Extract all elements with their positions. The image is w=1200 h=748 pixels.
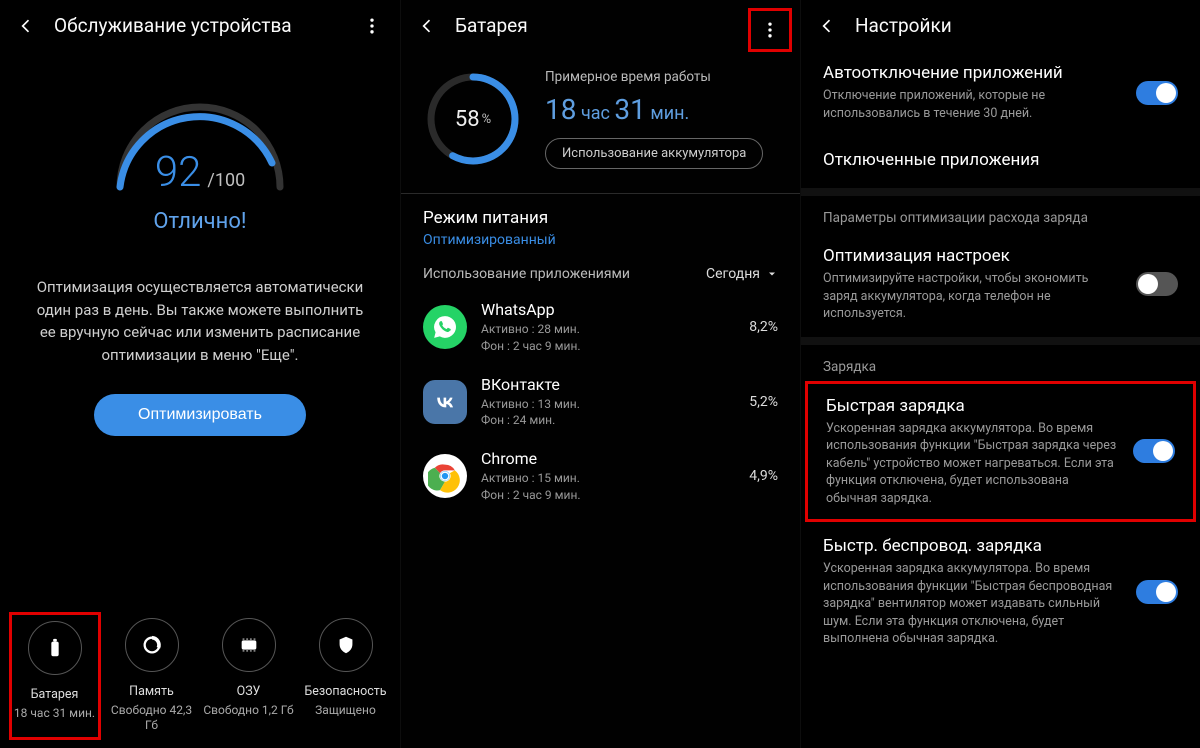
score-gauge: 92/100 Отлично!: [0, 77, 400, 234]
storage-label: Память: [129, 684, 174, 699]
storage-category[interactable]: Память Свободно 42,3 Гб: [106, 612, 198, 740]
storage-sub: Свободно 42,3 Гб: [106, 703, 198, 734]
estimate-label: Примерное время работы: [545, 69, 778, 85]
app-name: WhatsApp: [481, 300, 735, 319]
item-sub: Ускоренная зарядка аккумулятора. Во врем…: [826, 420, 1119, 508]
app-usage-header: Использование приложениями Сегодня: [401, 252, 800, 290]
app-row-vk[interactable]: ВКонтакте Активно : 13 мин. Фон : 24 мин…: [401, 365, 800, 440]
app-bg: Фон : 24 мин.: [481, 412, 735, 429]
today-dropdown[interactable]: Сегодня: [706, 266, 778, 282]
app-row-chrome[interactable]: Chrome Активно : 15 мин. Фон : 2 час 9 м…: [401, 439, 800, 514]
battery-ring: 58%: [423, 69, 523, 169]
app-bg: Фон : 2 час 9 мин.: [481, 338, 735, 355]
battery-label: Батарея: [31, 687, 79, 702]
settings-screen: Настройки Автоотключение приложений Откл…: [800, 0, 1200, 748]
app-row-whatsapp[interactable]: WhatsApp Активно : 28 мин. Фон : 2 час 9…: [401, 290, 800, 365]
disabled-apps-item[interactable]: Отключенные приложения: [801, 136, 1200, 188]
header-title: Настройки: [855, 14, 1184, 37]
toggle-switch[interactable]: [1136, 272, 1178, 296]
storage-icon: [125, 618, 179, 672]
security-category[interactable]: Безопасность Защищено: [300, 612, 392, 740]
header: Батарея: [401, 0, 800, 49]
app-percent: 8,2%: [749, 319, 778, 335]
power-mode-title: Режим питания: [423, 208, 778, 228]
item-sub: Отключение приложений, которые не исполь…: [823, 87, 1122, 122]
battery-screen: Батарея 58% Примерное время работы 18 ча…: [400, 0, 800, 748]
security-label: Безопасность: [304, 684, 386, 699]
estimate-time: 18 час 31 мин.: [545, 93, 778, 126]
more-icon[interactable]: [360, 16, 384, 36]
header-title: Батарея: [455, 14, 784, 37]
item-title: Быстр. беспровод. зарядка: [823, 536, 1122, 556]
battery-summary: 58% Примерное время работы 18 час 31 мин…: [401, 49, 800, 193]
header-title: Обслуживание устройства: [54, 14, 342, 37]
app-active: Активно : 15 мин.: [481, 470, 735, 487]
item-title: Оптимизация настроек: [823, 246, 1122, 266]
app-active: Активно : 13 мин.: [481, 396, 735, 413]
category-row: Батарея 18 час 31 мин. Память Свободно 4…: [0, 612, 400, 740]
auto-disable-apps-item[interactable]: Автоотключение приложений Отключение при…: [801, 49, 1200, 136]
app-percent: 4,9%: [749, 468, 778, 484]
optimization-description: Оптимизация осуществляется автоматически…: [28, 276, 372, 366]
percent-unit: %: [482, 112, 492, 127]
score-value: 92: [155, 148, 202, 197]
app-bg: Фон : 2 час 9 мин.: [481, 487, 735, 504]
ram-category[interactable]: ОЗУ Свободно 1,2 Гб: [203, 612, 295, 740]
header: Обслуживание устройства: [0, 0, 400, 49]
fast-charging-highlight: Быстрая зарядка Ускоренная зарядка аккум…: [805, 381, 1196, 523]
shield-icon: [319, 618, 373, 672]
toggle-switch[interactable]: [1133, 439, 1175, 463]
battery-category[interactable]: Батарея 18 час 31 мин.: [9, 612, 101, 740]
item-title: Автоотключение приложений: [823, 63, 1122, 83]
battery-usage-button[interactable]: Использование аккумулятора: [545, 138, 763, 169]
chrome-icon: [423, 454, 467, 498]
whatsapp-icon: [423, 305, 467, 349]
back-icon[interactable]: [417, 16, 437, 36]
ram-icon: [222, 618, 276, 672]
toggle-switch[interactable]: [1136, 81, 1178, 105]
score-status: Отлично!: [153, 209, 246, 234]
optimization-section-header: Параметры оптимизации расхода заряда: [801, 196, 1200, 232]
security-sub: Защищено: [315, 703, 376, 719]
optimize-settings-item[interactable]: Оптимизация настроек Оптимизируйте настр…: [801, 232, 1200, 337]
back-icon[interactable]: [817, 16, 837, 36]
app-active: Активно : 28 мин.: [481, 321, 735, 338]
ram-label: ОЗУ: [237, 684, 261, 699]
item-title: Быстрая зарядка: [826, 396, 1119, 416]
back-icon[interactable]: [16, 16, 36, 36]
fast-wireless-charging-item[interactable]: Быстр. беспровод. зарядка Ускоренная зар…: [801, 522, 1200, 662]
header: Настройки: [801, 0, 1200, 49]
item-sub: Оптимизируйте настройки, чтобы экономить…: [823, 270, 1122, 323]
app-usage-label: Использование приложениями: [423, 266, 630, 282]
battery-sub: 18 час 31 мин.: [14, 706, 95, 722]
app-name: Chrome: [481, 449, 735, 468]
optimize-button[interactable]: Оптимизировать: [94, 394, 306, 436]
battery-percent: 58: [455, 107, 480, 132]
battery-icon: [28, 621, 82, 675]
score-max: /100: [207, 170, 245, 191]
charging-section-header: Зарядка: [801, 345, 1200, 381]
item-sub: Ускоренная зарядка аккумулятора. Во врем…: [823, 560, 1122, 648]
more-menu-highlight[interactable]: [748, 8, 792, 52]
power-mode-value: Оптимизированный: [423, 232, 778, 248]
app-percent: 5,2%: [749, 394, 778, 410]
ram-sub: Свободно 1,2 Гб: [203, 703, 293, 719]
fast-charging-item[interactable]: Быстрая зарядка Ускоренная зарядка аккум…: [808, 384, 1193, 520]
power-mode-section[interactable]: Режим питания Оптимизированный: [401, 194, 800, 252]
app-name: ВКонтакте: [481, 375, 735, 394]
toggle-switch[interactable]: [1136, 580, 1178, 604]
item-title: Отключенные приложения: [823, 150, 1178, 170]
vk-icon: [423, 380, 467, 424]
device-care-screen: Обслуживание устройства 92/100 Отлично! …: [0, 0, 400, 748]
